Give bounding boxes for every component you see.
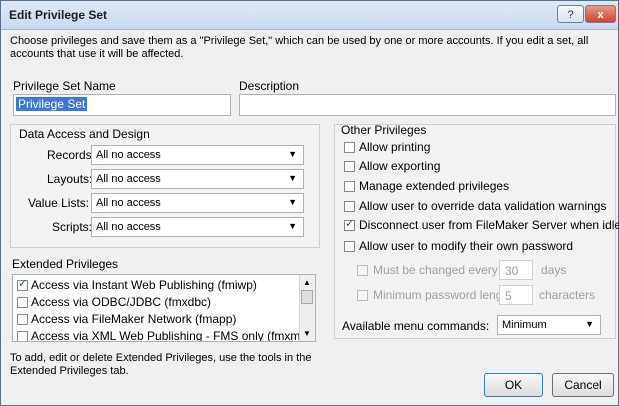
records-value: All no access [96,149,161,161]
menu-commands-value: Minimum [502,319,547,331]
scripts-value: All no access [96,221,161,233]
extended-privilege-label: Access via ODBC/JDBC (fmxdbc) [31,295,212,309]
other-privileges-title: Other Privileges [341,123,427,137]
extended-privilege-checkbox[interactable] [17,331,28,341]
value-lists-select[interactable]: All no access ▼ [91,193,304,213]
chevron-down-icon: ▼ [288,173,297,183]
allow-exporting-label: Allow exporting [359,159,441,173]
manage-extended-privileges-label: Manage extended privileges [359,179,510,193]
privilege-set-name-field[interactable]: Privilege Set [13,94,231,116]
scroll-thumb[interactable] [301,290,313,304]
scroll-up-icon[interactable]: ▲ [303,278,311,287]
allow-printing-checkbox[interactable] [344,142,355,153]
value-lists-label: Value Lists: [28,196,90,210]
dialog-title: Edit Privilege Set [9,8,108,22]
days-field[interactable]: 30 [499,260,533,280]
manage-extended-privileges-checkbox[interactable] [344,181,355,192]
menu-commands-label: Available menu commands: [342,319,490,333]
extended-privileges-title: Extended Privileges [12,257,119,271]
list-scrollbar[interactable]: ▲ ▼ [299,275,315,341]
layouts-select[interactable]: All no access ▼ [91,169,304,189]
scroll-down-icon[interactable]: ▼ [303,329,311,338]
min-length-field[interactable]: 5 [499,285,533,305]
extended-privilege-label: Access via Instant Web Publishing (fmiwp… [31,278,257,292]
close-button[interactable]: x [585,5,616,23]
modify-password-checkbox[interactable] [344,241,355,252]
description-label: Description [239,79,300,93]
description-field[interactable] [239,94,616,116]
scripts-label: Scripts: [52,220,93,234]
days-unit-label: days [541,263,567,277]
privilege-set-name-label: Privilege Set Name [13,79,116,93]
modify-password-label: Allow user to modify their own password [359,239,574,253]
characters-unit-label: characters [539,288,596,302]
extended-privilege-checkbox[interactable] [17,314,28,325]
records-label: Records: [47,148,96,162]
edit-privilege-set-dialog: Edit Privilege Set ? x Choose privileges… [0,0,619,406]
chevron-down-icon: ▼ [585,319,594,329]
layouts-value: All no access [96,173,161,185]
scripts-select[interactable]: All no access ▼ [91,217,304,237]
intro-text: Choose privileges and save them as a "Pr… [10,35,589,60]
override-validation-label: Allow user to override data validation w… [359,199,607,213]
value-lists-value: All no access [96,197,161,209]
extended-privileges-note: To add, edit or delete Extended Privileg… [10,352,312,377]
cancel-button[interactable]: Cancel [552,373,614,397]
ok-button[interactable]: OK [484,373,543,397]
help-button[interactable]: ? [557,5,584,23]
layouts-label: Layouts: [47,172,93,186]
extended-privilege-checkbox[interactable] [17,277,28,291]
extended-privilege-label: Access via FileMaker Network (fmapp) [31,312,237,326]
menu-commands-select[interactable]: Minimum ▼ [497,315,601,335]
disconnect-idle-checkbox[interactable] [344,217,355,231]
min-password-length-label: Minimum password length: [373,288,516,302]
extended-privileges-list[interactable]: Access via Instant Web Publishing (fmiwp… [12,274,316,342]
min-password-length-checkbox[interactable] [357,290,368,301]
allow-exporting-checkbox[interactable] [344,161,355,172]
override-validation-checkbox[interactable] [344,201,355,212]
chevron-down-icon: ▼ [288,197,297,207]
extended-privilege-label: Access via XML Web Publishing - FMS only… [31,329,308,342]
records-select[interactable]: All no access ▼ [91,145,304,165]
days-value: 30 [505,264,519,278]
min-length-value: 5 [505,289,512,303]
extended-privilege-checkbox[interactable] [17,297,28,308]
allow-printing-label: Allow printing [359,140,431,154]
chevron-down-icon: ▼ [288,221,297,231]
title-bar: Edit Privilege Set ? x [1,1,618,30]
disconnect-idle-label: Disconnect user from FileMaker Server wh… [359,218,619,232]
data-access-title: Data Access and Design [19,127,150,141]
must-be-changed-label: Must be changed every [373,263,498,277]
chevron-down-icon: ▼ [288,149,297,159]
selected-text: Privilege Set [16,97,88,111]
must-be-changed-checkbox[interactable] [357,265,368,276]
